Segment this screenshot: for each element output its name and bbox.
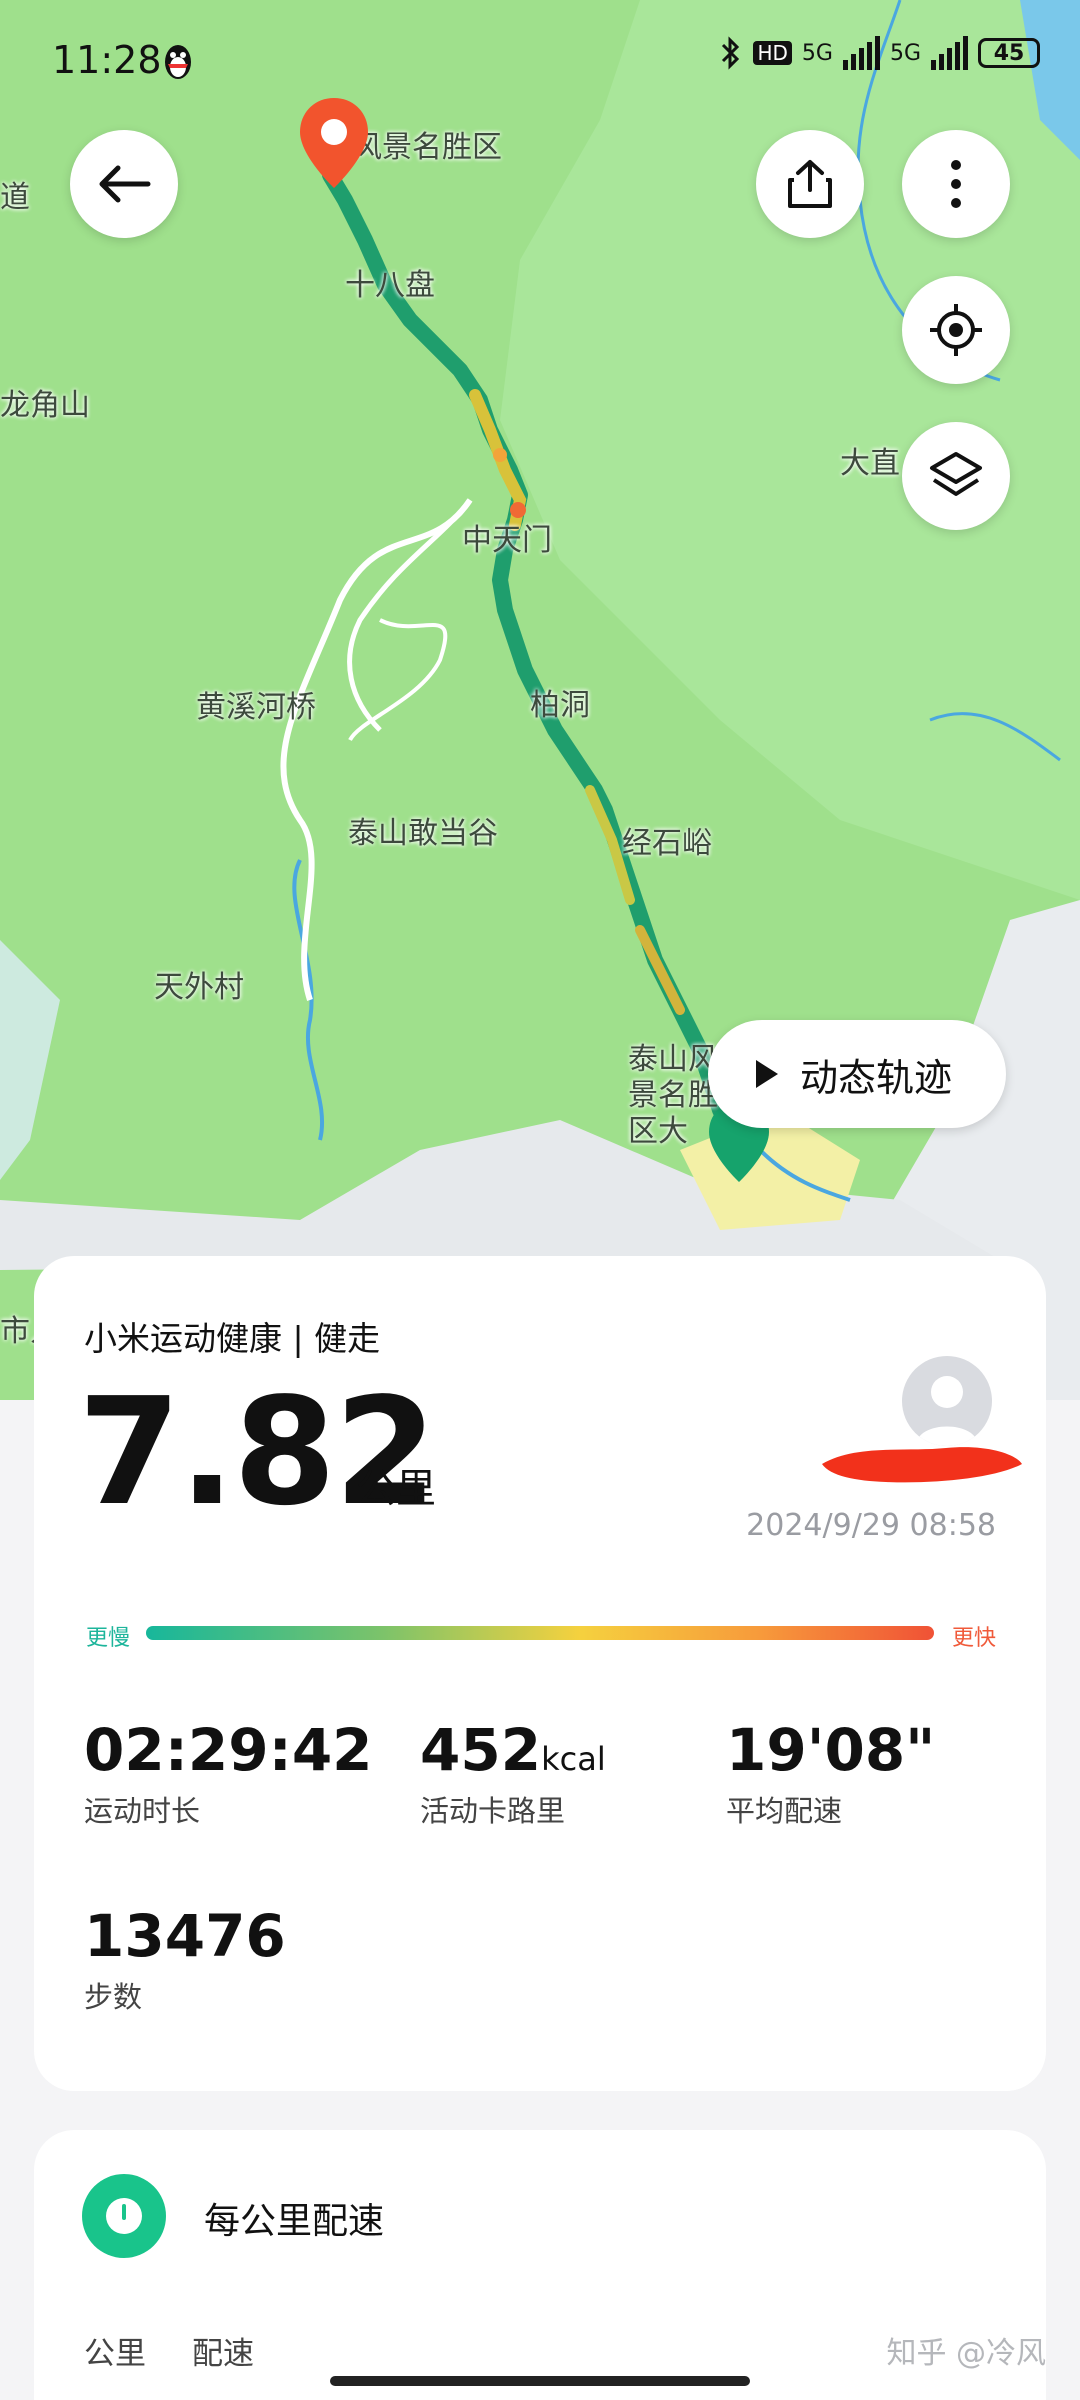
workout-date: 2024/9/29 08:58 <box>746 1508 996 1543</box>
stat-value: 02:29:42 <box>84 1716 373 1784</box>
stat-label: 平均配速 <box>726 1794 843 1828</box>
map-label: 风景名胜区 <box>352 130 502 165</box>
stat-label: 步数 <box>84 1980 143 2014</box>
avatar[interactable] <box>902 1356 992 1446</box>
dynamic-track-label: 动态轨迹 <box>800 1055 953 1100</box>
map-label: 大直 <box>840 446 900 481</box>
stat-duration: 02:29:42 运动时长 <box>84 1716 373 1830</box>
map-label: 黄溪河桥 <box>196 690 316 725</box>
locate-button[interactable] <box>902 276 1010 384</box>
stat-label: 运动时长 <box>84 1794 201 1828</box>
redaction-scribble <box>822 1447 1022 1483</box>
hd-badge: HD <box>753 41 792 65</box>
watermark: 知乎 @冷风 <box>886 2336 1046 2371</box>
more-vertical-icon <box>951 160 961 208</box>
play-icon <box>756 1060 778 1088</box>
qq-penguin-icon <box>165 45 191 79</box>
col-header-km: 公里 <box>84 2336 146 2372</box>
stat-steps: 13476 步数 <box>84 1902 286 2016</box>
status-bar: 11:28 HD 5G 5G 45 <box>0 0 1080 120</box>
share-button[interactable] <box>756 130 864 238</box>
back-button[interactable] <box>70 130 178 238</box>
stat-avg-pace: 19'08" 平均配速 <box>726 1716 935 1830</box>
pace-slow-label: 更慢 <box>86 1626 131 1651</box>
dynamic-track-button[interactable]: 动态轨迹 <box>708 1020 1006 1128</box>
pace-section-title: 每公里配速 <box>204 2201 385 2242</box>
arrow-left-icon <box>99 165 151 203</box>
map-label: 经石峪 <box>622 826 712 861</box>
map-label: 龙角山 <box>0 388 90 423</box>
locate-icon <box>930 304 982 356</box>
network-type: 5G <box>801 40 833 66</box>
more-button[interactable] <box>902 130 1010 238</box>
map-label: 中天门 <box>462 523 552 558</box>
network-type: 5G <box>889 40 921 66</box>
user-avatar-icon <box>916 1376 978 1446</box>
bluetooth-icon <box>722 36 740 70</box>
stat-label: 活动卡路里 <box>420 1794 566 1828</box>
pace-icon <box>82 2174 166 2258</box>
signal-strength-icon <box>842 36 880 70</box>
map-label: 天外村 <box>154 970 244 1005</box>
stat-unit: kcal <box>541 1740 606 1778</box>
stat-value: 13476 <box>84 1902 286 1970</box>
distance-unit: 公里 <box>356 1466 436 1512</box>
battery-icon: 45 <box>978 38 1040 68</box>
pace-gradient-bar <box>146 1626 934 1640</box>
map-label: 十八盘 <box>345 268 435 303</box>
battery-level: 45 <box>993 40 1025 66</box>
stat-calories: 452kcal 活动卡路里 <box>420 1716 606 1830</box>
stat-value: 19'08" <box>726 1716 936 1784</box>
home-indicator[interactable] <box>330 2376 750 2386</box>
map-label: 泰山敢当谷 <box>348 816 498 851</box>
col-header-pace: 配速 <box>192 2336 254 2372</box>
share-icon <box>788 160 832 208</box>
workout-summary-card: 小米运动健康 | 健走 7.82 公里 2024/9/29 08:58 更慢 更… <box>34 1256 1046 2091</box>
layers-icon <box>930 452 982 496</box>
workout-title: 小米运动健康 | 健走 <box>84 1319 381 1358</box>
pace-fast-label: 更快 <box>951 1626 996 1651</box>
signal-strength-icon <box>931 36 968 70</box>
map-label: 道 <box>0 180 30 215</box>
map-label: 柏洞 <box>530 688 590 723</box>
status-time: 11:28 <box>52 38 162 82</box>
layers-button[interactable] <box>902 422 1010 530</box>
stat-value: 452 <box>420 1716 542 1784</box>
